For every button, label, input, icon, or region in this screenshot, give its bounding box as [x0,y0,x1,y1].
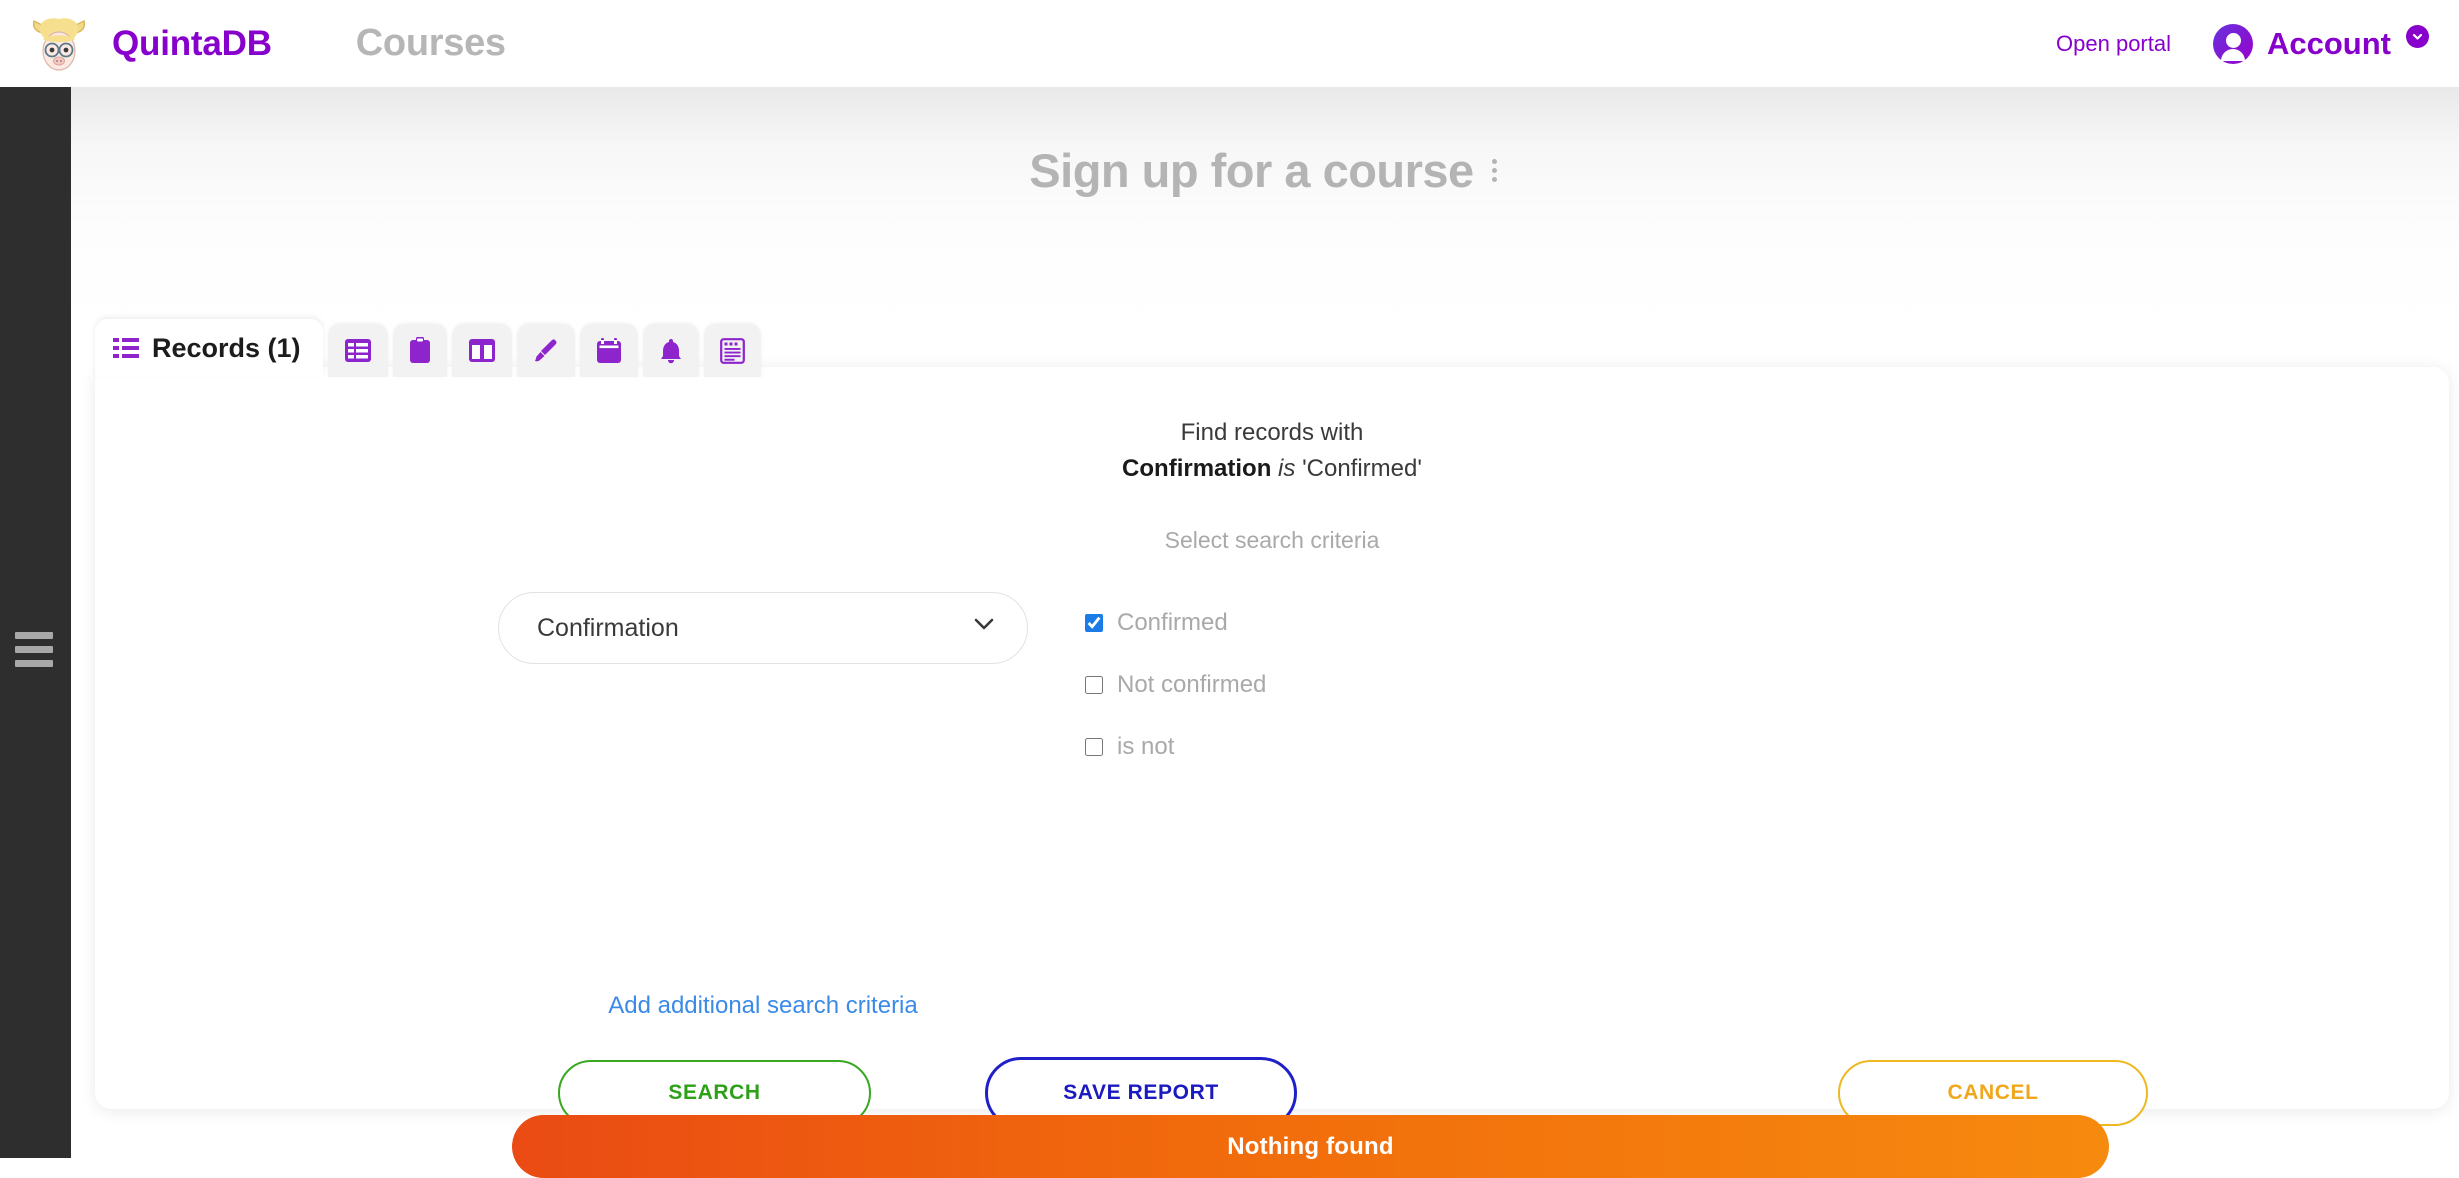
table-view-icon [344,338,372,363]
tab-notifications[interactable] [642,324,699,377]
report-document-icon [719,337,745,364]
checkbox-row-is-not[interactable]: is not [1085,726,1266,768]
account-menu[interactable]: Account [2213,23,2429,64]
list-records-icon [113,336,139,360]
paintbrush-design-icon [533,338,559,364]
top-header-bar: QuintaDB Courses Open portal Account [0,0,2459,87]
hamburger-menu-icon[interactable] [15,632,53,667]
clipboard-form-icon [409,337,431,364]
add-additional-search-criteria-link[interactable]: Add additional search criteria [498,992,1028,1020]
header-actions: Open portal Account [2056,0,2429,87]
tab-clipboard-form[interactable] [392,324,447,377]
section-title: Courses [355,22,506,64]
tab-table-view[interactable] [327,324,388,377]
page-title-row: Sign up for a course [71,143,2459,198]
calendar-icon [596,337,622,364]
checkbox-not-confirmed-label: Not confirmed [1117,671,1267,698]
page-title: Sign up for a course [1029,144,1474,197]
find-value: 'Confirmed' [1302,454,1422,482]
user-avatar-icon [2213,23,2253,64]
search-panel-card: Find records with Confirmation is 'Confi… [95,367,2449,1129]
find-field-name: Confirmation [1122,454,1272,482]
tab-design[interactable] [516,324,575,377]
chevron-down-circle-icon[interactable] [2406,24,2429,48]
status-banner: Nothing found [512,1115,2109,1178]
kebab-menu-icon[interactable] [1488,153,1501,188]
find-expression: Confirmation is 'Confirmed' [95,453,2449,485]
criteria-options-group: Confirmed Not confirmed is not [1085,602,1266,788]
main-canvas: Sign up for a course Records (1) Find re… [71,87,2459,1178]
checkbox-not-confirmed[interactable] [1085,676,1103,694]
quintadb-cow-logo[interactable] [28,15,90,73]
checkbox-row-not-confirmed[interactable]: Not confirmed [1085,664,1266,706]
open-portal-link[interactable]: Open portal [2056,31,2171,57]
find-prefix-text: Find records with [1180,419,1364,446]
criteria-field-select[interactable]: Confirmation [498,592,1028,664]
tab-records-label: Records (1) [152,332,301,363]
left-sidebar [0,87,71,1158]
columns-layout-icon [468,338,496,363]
bell-notifications-icon [659,338,683,364]
account-label: Account [2267,25,2391,61]
tab-calendar[interactable] [579,324,638,377]
select-criteria-hint: Select search criteria [1164,527,1380,553]
checkbox-is-not[interactable] [1085,738,1103,756]
find-summary: Find records with Confirmation is 'Confi… [95,417,2449,484]
checkbox-confirmed-label: Confirmed [1117,609,1228,636]
checkbox-is-not-label: is not [1117,733,1175,760]
brand-name[interactable]: QuintaDB [112,24,272,64]
checkbox-row-confirmed[interactable]: Confirmed [1085,602,1266,644]
tab-records[interactable]: Records (1) [95,319,323,377]
status-banner-text: Nothing found [1227,1132,1394,1160]
find-operator: is [1278,454,1296,482]
checkbox-confirmed[interactable] [1085,614,1103,632]
brand-area: QuintaDB Courses [28,0,506,87]
tab-columns-layout[interactable] [451,324,512,377]
tab-report-document[interactable] [703,324,761,377]
tab-bar: Records (1) [95,319,761,377]
